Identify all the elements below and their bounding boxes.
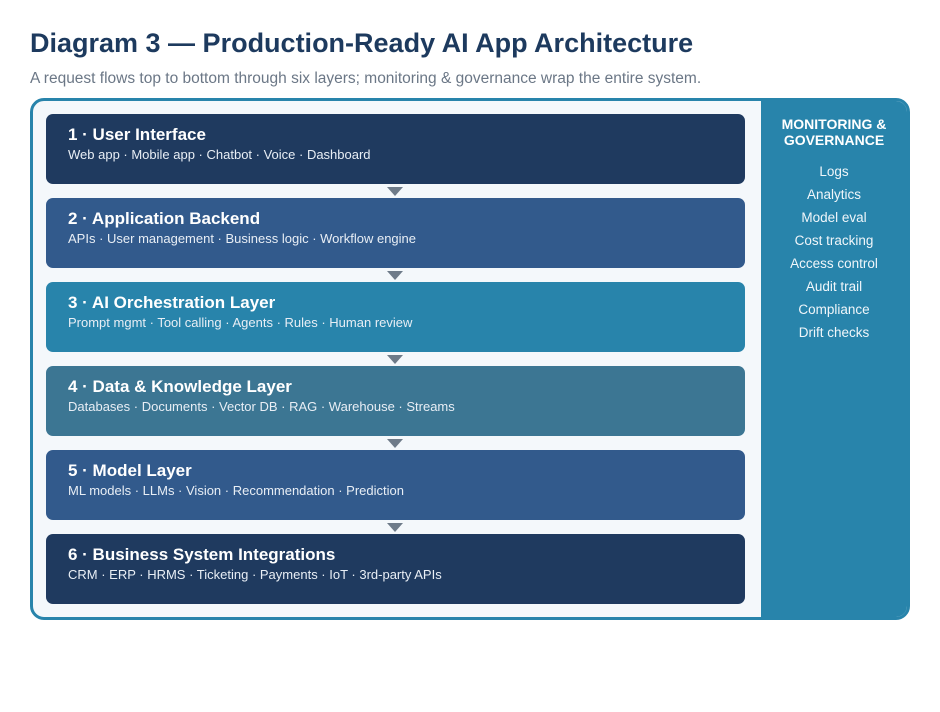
architecture-frame: 1 · User Interface Web app · Mobile app … bbox=[30, 98, 910, 620]
monitoring-governance-panel: MONITORING & GOVERNANCE Logs Analytics M… bbox=[761, 101, 907, 617]
flow-arrow-down-icon bbox=[387, 439, 403, 448]
layer-data-knowledge: 4 · Data & Knowledge Layer Databases · D… bbox=[46, 366, 745, 436]
layer-model: 5 · Model Layer ML models · LLMs · Visio… bbox=[46, 450, 745, 520]
layer-title: 4 · Data & Knowledge Layer bbox=[68, 377, 292, 396]
layer-user-interface: 1 · User Interface Web app · Mobile app … bbox=[46, 114, 745, 184]
governance-list: Logs Analytics Model eval Cost tracking … bbox=[761, 160, 907, 344]
layer-business-integrations: 6 · Business System Integrations CRM · E… bbox=[46, 534, 745, 604]
governance-item-cost-tracking: Cost tracking bbox=[794, 233, 874, 248]
layer-items: CRM · ERP · HRMS · Ticketing · Payments … bbox=[68, 567, 442, 582]
diagram-subtitle: A request flows top to bottom through si… bbox=[30, 70, 702, 87]
layer-ai-orchestration: 3 · AI Orchestration Layer Prompt mgmt ·… bbox=[46, 282, 745, 352]
governance-item-drift-checks: Drift checks bbox=[798, 325, 870, 340]
layer-items: APIs · User management · Business logic … bbox=[68, 231, 417, 246]
layer-items: Databases · Documents · Vector DB · RAG … bbox=[68, 399, 455, 414]
layer-items: Web app · Mobile app · Chatbot · Voice ·… bbox=[68, 147, 371, 162]
layer-application-backend: 2 · Application Backend APIs · User mana… bbox=[46, 198, 745, 268]
governance-item-logs: Logs bbox=[819, 164, 849, 179]
diagram-title: Diagram 3 — Production-Ready AI App Arch… bbox=[30, 28, 694, 58]
layer-title: 6 · Business System Integrations bbox=[68, 545, 336, 564]
flow-arrow-down-icon bbox=[387, 355, 403, 364]
flow-arrow-down-icon bbox=[387, 523, 403, 532]
layer-title: 5 · Model Layer bbox=[68, 461, 192, 480]
layer-items: Prompt mgmt · Tool calling · Agents · Ru… bbox=[68, 315, 413, 330]
governance-item-model-eval: Model eval bbox=[801, 210, 867, 225]
governance-item-compliance: Compliance bbox=[798, 302, 870, 317]
layer-title: 1 · User Interface bbox=[68, 125, 206, 144]
layer-items: ML models · LLMs · Vision · Recommendati… bbox=[68, 483, 404, 498]
governance-item-audit-trail: Audit trail bbox=[805, 279, 863, 294]
flow-arrow-down-icon bbox=[387, 271, 403, 280]
governance-item-analytics: Analytics bbox=[806, 187, 862, 202]
governance-item-access-control: Access control bbox=[790, 256, 878, 271]
panel-title: MONITORING & GOVERNANCE bbox=[781, 116, 887, 148]
layer-title: 2 · Application Backend bbox=[68, 209, 261, 228]
layer-title: 3 · AI Orchestration Layer bbox=[68, 293, 276, 312]
flow-arrow-down-icon bbox=[387, 187, 403, 196]
